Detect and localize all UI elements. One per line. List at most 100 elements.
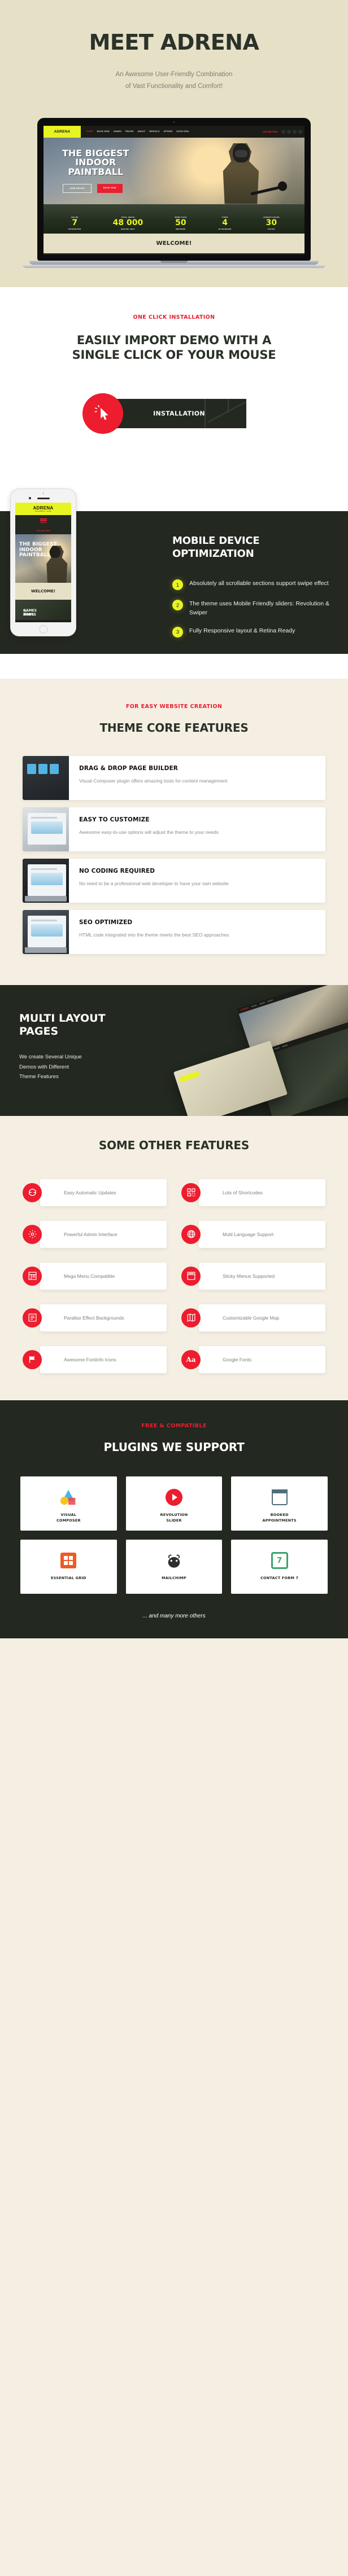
plugin-card[interactable]: BOOKED APPOINTMENTS [231,1476,328,1531]
phone-games-band: GAMES ZONES & MAPS [15,600,71,621]
plugin-name-line1: VISUAL [60,1512,77,1517]
one-click-install-section: ONE CLICK INSTALLATION EASILY IMPORT DEM… [0,287,348,459]
feature-chip-label: Mega Menu Compatible [64,1273,115,1279]
plugin-card[interactable]: VISUAL COMPOSER [20,1476,117,1531]
feature-card-body: NO CODING REQUIRED No need to be a profe… [69,859,238,903]
counter-item: TYPES 4 OF MARKERS [219,216,232,230]
feature-chip[interactable]: Powerful Admin Interface [23,1220,167,1248]
feature-card-title: DRAG & DROP PAGE BUILDER [79,764,178,772]
plugin-card[interactable]: MAILCHIMP [125,1540,223,1594]
plugin-name-line1: MAILCHIMP [162,1576,186,1581]
plugin-name: VISUAL COMPOSER [24,1513,114,1524]
mobile-feature-list: 1 Absolutely all scrollable sections sup… [172,579,336,638]
demo-logo-swatch [179,1071,200,1083]
site-menu-item[interactable]: ABOUT [138,130,146,133]
other-features-title: SOME OTHER FEATURES [98,1138,250,1152]
feature-chip[interactable]: Multi Language Support [181,1220,325,1248]
plugin-name-line1: ESSENTIAL GRID [51,1576,86,1581]
twitter-icon[interactable] [281,129,285,134]
phone-logo-tagline: PAINTBALL CLUB [35,511,51,513]
counter-value: 4 [222,218,228,228]
phone-home-button-icon[interactable] [39,625,47,634]
feature-chip-card: Easy Automatic Updates [40,1179,167,1206]
plugin-name-line2: SLIDER [166,1518,182,1523]
feature-chip-card: Google Fonts [199,1346,325,1373]
hamburger-menu-icon[interactable] [40,518,47,524]
feature-chip-card: Lots of Shortcodes [199,1179,325,1206]
customize-screenshot [23,807,69,851]
install-title: EASILY IMPORT DEMO WITH A SINGLE CLICK O… [0,333,348,363]
feature-chip-label: Customizable Google Map [223,1315,280,1321]
feature-chip[interactable]: Parallax Effect Backgrounds [23,1304,167,1331]
laptop-screen: ADRENA HOME BOOK NOW GAMES PRICES ABOUT … [44,125,304,255]
site-menu-item[interactable]: GAMES [114,130,121,133]
site-menu-item[interactable]: OFFERS [163,130,172,133]
globe-icon [181,1224,201,1244]
google-plus-icon[interactable] [293,129,297,134]
gear-icon [23,1224,42,1244]
soldier-mask-icon [50,546,60,559]
site-menu-item[interactable]: GOOD IDEA [176,130,189,133]
other-features-section: SOME OTHER FEATURES Easy Automatic Updat… [0,1115,348,1400]
laptop-foot [23,265,325,268]
feature-chip-card: Awesome Fontinfo Icons [40,1346,167,1373]
click-cursor-icon[interactable] [82,393,123,434]
feature-chip-card: Sticky Menus Supported [199,1262,325,1290]
list-item: 2 The theme uses Mobile Friendly sliders… [172,600,336,617]
counter-caption-bottom: FIELDS [268,227,275,230]
feature-chip-label: Parallax Effect Backgrounds [64,1315,124,1321]
mobile-optimization-title: MOBILE DEVICE OPTIMIZATION [172,535,336,560]
feature-chip[interactable]: Lots of Shortcodes [181,1179,325,1206]
phone-hero-line3: PAINTBALL [19,552,51,559]
phone-camera-icon [29,497,31,500]
site-logo: ADRENA [44,125,81,138]
multi-layout-copy: MULTI LAYOUT PAGES We create Several Uni… [19,1012,160,1082]
phone-contact-number[interactable]: 123-456-7890 [15,526,71,535]
view-prices-button[interactable]: VIEW PRICES [63,183,92,193]
feature-chip-label: Sticky Menus Supported [223,1273,275,1279]
feature-card-body: EASY TO CUSTOMIZE Awesome easy-to-use op… [69,807,228,851]
counter-item: TOTAL SPACE 48 000 SQUARE FEET [113,216,143,230]
plugin-name-line2: COMPOSER [56,1518,81,1523]
multi-title-line2: PAGES [19,1025,59,1038]
list-item: 3 Fully Responsive layout & Retina Ready [172,626,336,638]
feature-card-title: NO CODING REQUIRED [79,867,155,874]
plugin-card[interactable]: 7 CONTACT FORM 7 [231,1540,328,1594]
feature-chip[interactable]: Easy Automatic Updates [23,1179,167,1206]
shortcodes-grid-icon [181,1183,201,1202]
counter-value: 48 000 [112,218,143,228]
no-coding-screenshot [23,858,69,903]
site-menu-item[interactable]: PRICES [125,130,134,133]
multi-title-line1: MULTI LAYOUT [19,1012,106,1025]
feature-chip[interactable]: Customizable Google Map [181,1304,325,1331]
site-menu-item[interactable]: HOME [86,130,93,133]
facebook-icon[interactable] [287,129,291,134]
installation-button[interactable]: INSTALLATION [102,399,246,429]
demo-screenshot-navbar: ADRENA [237,984,348,1014]
book-now-button[interactable]: BOOK NOW [97,183,123,193]
feature-card: NO CODING REQUIRED No need to be a profe… [23,858,325,903]
list-item: 1 Absolutely all scrollable sections sup… [172,579,336,591]
sticky-menu-icon [181,1266,201,1286]
feature-chip[interactable]: Sticky Menus Supported [181,1262,325,1290]
feature-chip[interactable]: Awesome Fontinfo Icons [23,1346,167,1373]
feature-chip[interactable]: Google Fonts Aa [181,1346,325,1373]
plugin-name: BOOKED APPOINTMENTS [234,1513,324,1524]
screen-preview-icon [28,864,66,896]
mega-menu-icon [23,1266,42,1286]
hero-section: MEET ADRENA An Awesome User-Friendly Com… [0,0,348,287]
rss-icon[interactable] [298,129,302,134]
site-phone-number[interactable]: 123-456-7890 [263,130,277,133]
site-hero-slider: THE BIGGEST INDOOR PAINTBALL VIEW PRICES… [44,137,304,204]
feature-chip-card: Parallax Effect Backgrounds [40,1304,167,1331]
layers-icon [23,1308,42,1327]
plugin-card[interactable]: REVOLUTION SLIDER [125,1476,223,1531]
feature-chip[interactable]: Mega Menu Compatible [23,1262,167,1290]
plugin-name: REVOLUTION SLIDER [129,1513,219,1524]
hero-subtitle: An Awesome User-Friendly Combination of … [0,69,348,93]
site-menu-item[interactable]: BOOK NOW [97,130,110,133]
site-menu-item[interactable]: RENTALS [149,130,159,133]
revolution-slider-icon [129,1487,219,1508]
plugin-card[interactable]: ESSENTIAL GRID [20,1540,117,1594]
laptop-notch [160,260,188,263]
